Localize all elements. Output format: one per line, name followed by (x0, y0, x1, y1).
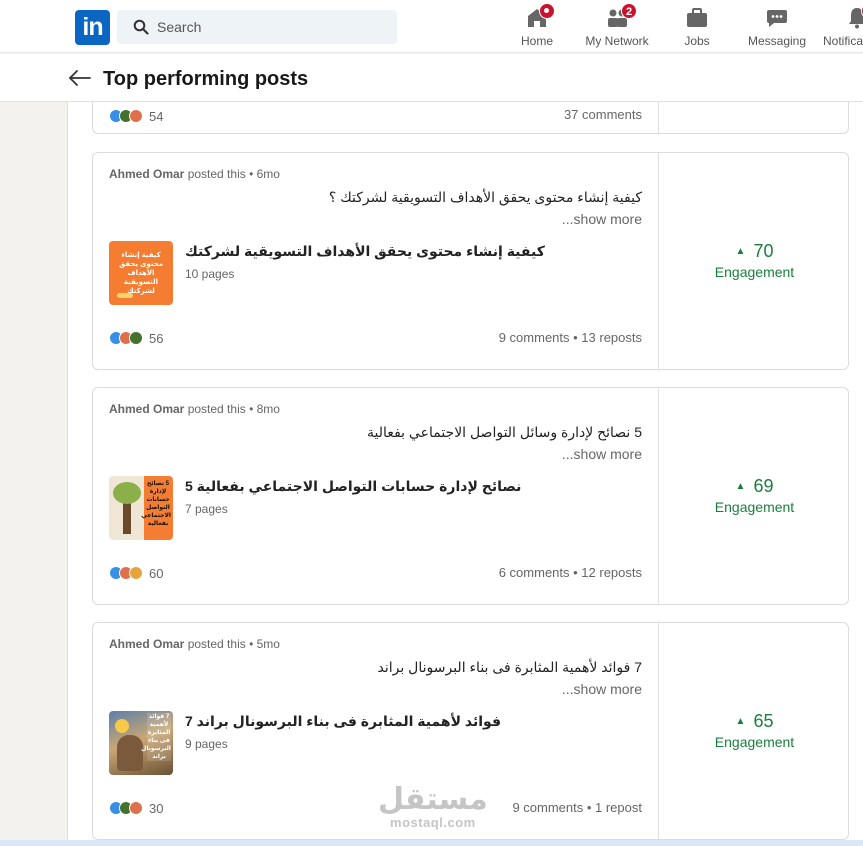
document-title[interactable]: نصائح لإدارة حسابات التواصل الاجتماعي بف… (185, 478, 521, 495)
thumbnail-text: كيفية إنشاء محتوى يحقق الأهداف التسويقية… (118, 252, 163, 295)
document-pages: 7 pages (185, 502, 228, 516)
watermark-latin: mostaql.com (390, 815, 476, 830)
document-title[interactable]: فوائد لأهمية المثابرة فى بناء البرسونال … (185, 713, 501, 730)
thumbnail-emoji (115, 719, 129, 733)
home-notification-dot (539, 3, 555, 19)
document-thumbnail[interactable]: 5 نصائح لإدارة حسابات التواصل الاجتماعي … (109, 476, 173, 540)
reactions-summary[interactable]: 30 (109, 799, 163, 817)
document-title[interactable]: كيفية إنشاء محتوى يحقق الأهداف التسويقية… (185, 243, 545, 260)
love-reaction-icon (129, 801, 143, 815)
posts-list: 54 37 comments Ahmed Omar posted this • … (68, 102, 863, 846)
trend-up-icon: ▲ (735, 246, 746, 257)
message-icon (767, 10, 787, 27)
engagement-label: Engagement (714, 734, 795, 750)
author-name[interactable]: Ahmed Omar (109, 402, 184, 416)
engagement-metric: ▲ 70 Engagement (659, 241, 850, 280)
back-arrow-icon[interactable] (66, 66, 92, 90)
reaction-count: 30 (149, 800, 164, 816)
engagement-label: Engagement (714, 264, 795, 280)
post-card-partial[interactable]: 54 37 comments (92, 102, 849, 134)
nav-notifications[interactable]: Notifications (823, 6, 863, 52)
trend-up-icon: ▲ (735, 481, 746, 492)
show-more-link[interactable]: ...show more (562, 211, 642, 227)
engagement-metric: ▲ 69 Engagement (659, 476, 850, 515)
reaction-count: 54 (149, 108, 164, 124)
reactions-summary[interactable]: 54 (109, 107, 163, 125)
nav-home-label: Home (520, 34, 553, 48)
top-nav: in Home 2 My Network (0, 0, 863, 53)
briefcase-icon (687, 8, 707, 27)
engagement-value: 69 (753, 476, 774, 496)
bottom-edge-bar (0, 840, 863, 846)
nav-jobs-label: Jobs (684, 34, 710, 48)
left-gutter (0, 102, 68, 846)
trend-up-icon: ▲ (735, 716, 746, 727)
post-stats[interactable]: 9 comments • 1 repost (512, 800, 642, 815)
thumbnail-text: 5 نصائح لإدارة حسابات التواصل الاجتماعي … (141, 481, 171, 527)
mostaql-watermark: مستقل mostaql.com (378, 783, 488, 831)
reaction-count: 60 (149, 565, 164, 581)
reactions-summary[interactable]: 60 (109, 564, 163, 582)
author-name[interactable]: Ahmed Omar (109, 167, 184, 181)
love-reaction-icon (129, 109, 143, 123)
watermark-arabic: مستقل (378, 783, 488, 816)
nav-my-network[interactable]: 2 My Network (583, 3, 651, 52)
show-more-link[interactable]: ...show more (562, 681, 642, 697)
page-header: Top performing posts (0, 54, 863, 102)
document-thumbnail[interactable]: 7 فوائد لأهمية المثابرة فى بناء البرسونا… (109, 711, 173, 775)
engagement-value: 70 (753, 241, 774, 261)
reactions-summary[interactable]: 56 (109, 329, 163, 347)
thumbnail-decoration (117, 293, 133, 298)
linkedin-logo[interactable]: in (75, 10, 110, 45)
post-card[interactable]: Ahmed Omar posted this • 6mo كيفية إنشاء… (92, 152, 849, 370)
post-author-line: Ahmed Omar posted this • 6mo (109, 167, 280, 181)
post-stats[interactable]: 6 comments • 12 reposts (499, 565, 642, 580)
post-text: 5 نصائح لإدارة وسائل التواصل الاجتماعي ب… (367, 424, 642, 440)
card-divider (658, 102, 659, 133)
thumbnail-text: 7 فوائد لأهمية المثابرة فى بناء البرسونا… (141, 713, 171, 761)
show-more-link[interactable]: ...show more (562, 446, 642, 462)
nav-home[interactable]: Home (517, 3, 557, 52)
post-author-line: Ahmed Omar posted this • 5mo (109, 637, 280, 651)
network-badge: 2 (621, 3, 637, 19)
post-text: كيفية إنشاء محتوى يحقق الأهداف التسويقية… (328, 189, 642, 205)
post-stats[interactable]: 9 comments • 13 reposts (499, 330, 642, 345)
page-title: Top performing posts (103, 68, 309, 90)
engagement-label: Engagement (714, 499, 795, 515)
thumbnail-tree-canopy (113, 482, 141, 504)
post-author-line: Ahmed Omar posted this • 8mo (109, 402, 280, 416)
nav-messaging-label: Messaging (747, 34, 807, 48)
support-reaction-icon (129, 331, 143, 345)
post-text: 7 فوائد لأهمية المثابرة فى بناء البرسونا… (377, 659, 642, 675)
search-box[interactable] (117, 10, 397, 44)
post-time: posted this • 5mo (184, 637, 280, 651)
search-input[interactable] (157, 10, 387, 44)
nav-messaging[interactable]: Messaging (746, 6, 808, 52)
thumbnail-person (117, 735, 143, 771)
post-time: posted this • 8mo (184, 402, 280, 416)
document-pages: 9 pages (185, 737, 228, 751)
nav-notifications-label: Notifications (823, 34, 863, 48)
engagement-metric: ▲ 65 Engagement (659, 711, 850, 750)
author-name[interactable]: Ahmed Omar (109, 637, 184, 651)
document-pages: 10 pages (185, 267, 235, 281)
nav-jobs[interactable]: Jobs (680, 6, 714, 52)
engagement-value: 65 (753, 711, 774, 731)
post-time: posted this • 6mo (184, 167, 280, 181)
search-icon (133, 19, 149, 35)
post-stats[interactable]: 37 comments (564, 107, 642, 122)
document-thumbnail[interactable]: كيفية إنشاء محتوى يحقق الأهداف التسويقية… (109, 241, 173, 305)
nav-my-network-label: My Network (585, 34, 649, 48)
reaction-count: 56 (149, 330, 164, 346)
insightful-reaction-icon (129, 566, 143, 580)
post-card[interactable]: Ahmed Omar posted this • 8mo 5 نصائح لإد… (92, 387, 849, 605)
